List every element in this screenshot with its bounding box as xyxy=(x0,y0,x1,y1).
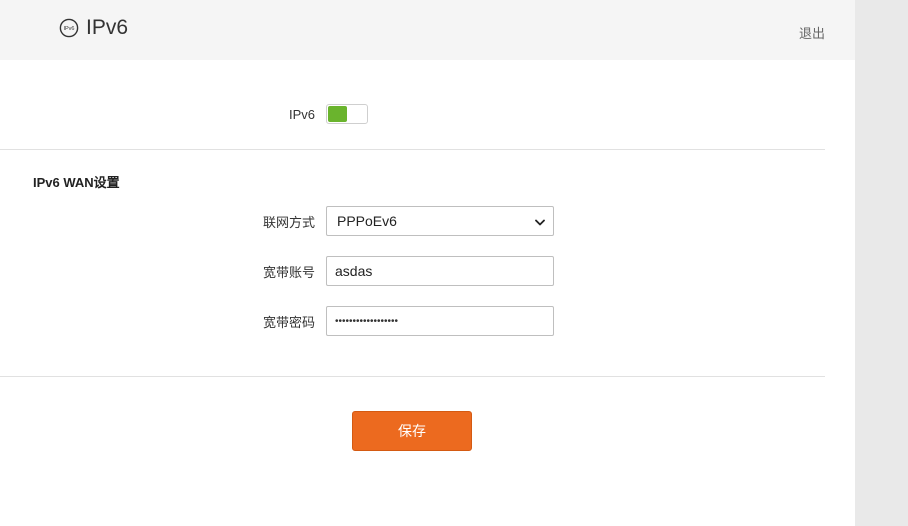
page-header: IPv6 IPv6 退出 xyxy=(0,0,855,60)
ipv6-toggle-switch[interactable] xyxy=(326,104,368,124)
account-input[interactable]: asdas xyxy=(326,256,554,286)
chevron-down-icon xyxy=(535,213,545,229)
logout-link[interactable]: 退出 xyxy=(799,23,825,42)
page-title: IPv6 xyxy=(86,16,129,39)
ipv6-toggle-label: IPv6 xyxy=(288,106,315,122)
section-divider-bottom xyxy=(0,376,825,377)
account-value: asdas xyxy=(335,263,373,279)
svg-text:IPv6: IPv6 xyxy=(63,26,74,32)
account-label: 宽带账号 xyxy=(262,264,315,280)
main-content: IPv6 IPv6 WAN设置 联网方式 PPPoEv6 宽带账号 asdas xyxy=(0,60,855,526)
password-masked-value: •••••••••••••••••• xyxy=(335,315,399,327)
section-divider-top xyxy=(0,149,825,150)
connection-type-select[interactable]: PPPoEv6 xyxy=(326,206,554,236)
connection-type-value: PPPoEv6 xyxy=(337,213,397,229)
password-input[interactable]: •••••••••••••••••• xyxy=(326,306,554,336)
toggle-on-indicator xyxy=(328,106,347,122)
page-title-group: IPv6 IPv6 xyxy=(59,16,128,40)
right-scroll-gutter xyxy=(855,0,908,526)
page: IPv6 IPv6 退出 IPv6 IPv6 WAN设置 联网方式 PPPoEv… xyxy=(0,0,908,526)
ipv6-circle-icon: IPv6 xyxy=(59,18,79,38)
wan-section-title: IPv6 WAN设置 xyxy=(33,175,120,190)
connection-type-label: 联网方式 xyxy=(262,214,315,230)
password-label: 宽带密码 xyxy=(262,314,315,330)
connection-type-row: 联网方式 PPPoEv6 xyxy=(0,206,554,236)
ipv6-toggle-row: IPv6 xyxy=(0,104,368,124)
password-row: 宽带密码 •••••••••••••••••• xyxy=(0,306,554,336)
account-row: 宽带账号 asdas xyxy=(0,256,554,286)
save-button[interactable]: 保存 xyxy=(352,411,472,451)
